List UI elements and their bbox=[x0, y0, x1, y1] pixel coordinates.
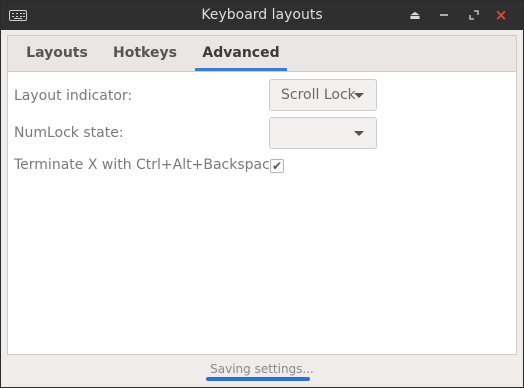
tab-advanced[interactable]: Advanced bbox=[195, 36, 287, 71]
eject-icon[interactable]: ⏏ bbox=[405, 6, 425, 24]
tab-hotkeys-label: Hotkeys bbox=[113, 45, 177, 61]
check-icon: ✔ bbox=[271, 159, 283, 173]
numlock-state-label: NumLock state: bbox=[14, 125, 124, 141]
main-panel: Layouts Hotkeys Advanced Layout indicato… bbox=[7, 35, 517, 355]
chevron-down-icon bbox=[354, 93, 364, 98]
tab-advanced-label: Advanced bbox=[202, 45, 280, 61]
terminate-x-checkbox[interactable]: ✔ bbox=[270, 159, 284, 173]
chevron-down-icon bbox=[354, 131, 364, 136]
active-tab-indicator bbox=[195, 68, 287, 71]
title-bar[interactable]: Keyboard layouts ⏏ × bbox=[1, 1, 523, 30]
layout-indicator-select[interactable]: Scroll Lock bbox=[269, 79, 377, 111]
terminate-x-label: Terminate X with Ctrl+Alt+Backspace: bbox=[14, 157, 284, 173]
progress-bar bbox=[206, 377, 310, 381]
layout-indicator-value: Scroll Lock bbox=[281, 87, 356, 103]
layout-indicator-label: Layout indicator: bbox=[14, 88, 133, 104]
tab-layouts[interactable]: Layouts bbox=[16, 36, 98, 71]
keyboard-layouts-window: Keyboard layouts ⏏ × Layouts Hotkeys Adv… bbox=[0, 0, 524, 388]
status-text: Saving settings... bbox=[210, 362, 314, 376]
maximize-icon[interactable] bbox=[464, 6, 484, 24]
minimize-icon[interactable] bbox=[434, 6, 454, 24]
tab-bar: Layouts Hotkeys Advanced bbox=[8, 36, 516, 72]
numlock-state-select[interactable] bbox=[269, 117, 377, 149]
tab-layouts-label: Layouts bbox=[26, 45, 88, 61]
progress-fill bbox=[206, 377, 310, 381]
close-icon[interactable]: × bbox=[491, 6, 511, 24]
tab-hotkeys[interactable]: Hotkeys bbox=[105, 36, 185, 71]
